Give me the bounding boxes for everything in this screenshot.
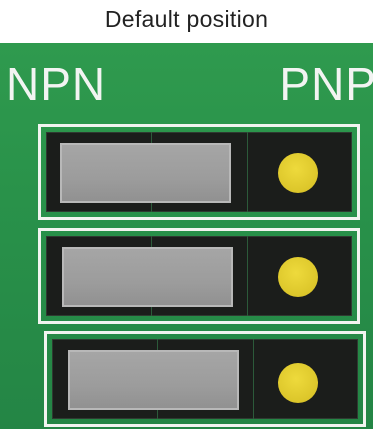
slot-divider xyxy=(247,132,248,212)
indicator-led-icon xyxy=(278,257,318,297)
switch-actuator[interactable] xyxy=(60,143,231,203)
dip-switch-3[interactable] xyxy=(44,331,366,427)
npn-label: NPN xyxy=(6,58,107,110)
switch-actuator[interactable] xyxy=(62,247,233,307)
dip-switch-2[interactable] xyxy=(38,228,360,324)
switch-body xyxy=(52,339,358,419)
caption-title: Default position xyxy=(104,6,269,32)
indicator-led-icon xyxy=(278,363,318,403)
slot-divider xyxy=(247,236,248,316)
indicator-led-icon xyxy=(278,153,318,193)
switch-body xyxy=(46,132,352,212)
dip-switch-1[interactable] xyxy=(38,124,360,220)
circuit-board: NPN PNP xyxy=(0,43,373,429)
switch-body xyxy=(46,236,352,316)
pnp-label: PNP xyxy=(279,58,373,110)
slot-divider xyxy=(253,339,254,419)
switch-actuator[interactable] xyxy=(68,350,239,410)
